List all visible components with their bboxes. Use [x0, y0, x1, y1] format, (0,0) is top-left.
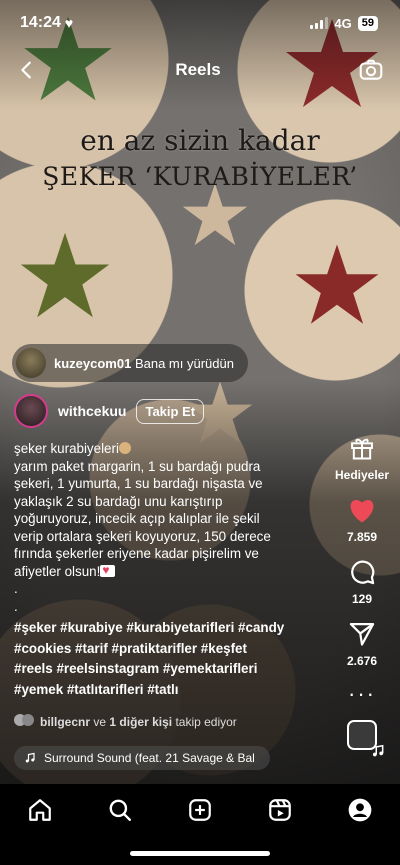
music-title: Surround Sound (feat. 21 Savage & Bal [44, 751, 255, 765]
hashtag-line[interactable]: #reels #reelsinstagram #yemektarifleri [14, 659, 326, 680]
create-icon [189, 799, 211, 821]
signal-icon [310, 17, 329, 29]
caption-line: . [14, 598, 18, 614]
clock: 14:24 [20, 14, 61, 31]
status-indicators: 4G 59 [310, 15, 378, 31]
caption-line: yaklaşık 2 su bardağı unu karıştırıp [14, 493, 223, 509]
network-label: 4G [334, 15, 352, 31]
follow-button[interactable]: Takip Et [136, 398, 205, 424]
hashtag-line[interactable]: #şeker #kurabiye #kurabiyetarifleri #can… [14, 618, 326, 639]
caption-line: yoğuruyoruz, incecik açıp kalıplar ile ş… [14, 511, 260, 526]
video-caption-line2: ŞEKER ‘KURABİYELER’ [42, 162, 358, 191]
reply-username: kuzeycom01 [54, 355, 132, 371]
share-button[interactable]: 2.676 [347, 620, 377, 668]
post-caption[interactable]: şeker kurabiyeleri yarım paket margarin,… [14, 440, 326, 700]
cookie-star-red-2 [295, 244, 379, 324]
comment-icon [351, 560, 375, 585]
hashtag-block[interactable]: #şeker #kurabiye #kurabiyetarifleri #can… [14, 618, 326, 700]
reply-avatar [16, 348, 46, 378]
comment-button[interactable]: 129 [348, 558, 376, 606]
music-pill[interactable]: Surround Sound (feat. 21 Savage & Bal [14, 746, 270, 770]
like-count: 7.859 [346, 530, 378, 544]
music-note-icon [372, 744, 384, 757]
heart-status-icon: ♥ [64, 15, 74, 31]
tab-profile[interactable] [340, 796, 380, 824]
caption-line: . [14, 581, 18, 596]
status-time: 14:24 ♥ [20, 14, 73, 32]
video-caption-line1: en az sizin kadar [80, 124, 320, 157]
gifts-label: Hediyeler [334, 468, 390, 482]
reels-header: Reels [0, 52, 400, 88]
music-note-icon [25, 752, 35, 763]
profile-icon [348, 798, 372, 822]
back-icon[interactable] [16, 59, 38, 81]
mutual-followers[interactable]: billgecnr ve 1 diğer kişi takip ediyor [14, 714, 237, 729]
like-button[interactable]: 7.859 [347, 496, 377, 544]
gifts-button[interactable]: Hediyeler [335, 434, 389, 482]
send-icon [349, 622, 375, 646]
author-username[interactable]: withcekuu [58, 403, 126, 419]
home-indicator [130, 851, 270, 856]
reply-text: Bana mı yürüdün [134, 355, 234, 371]
audio-thumbnail[interactable] [347, 720, 384, 757]
tab-home[interactable] [20, 796, 60, 824]
tab-search[interactable] [100, 796, 140, 824]
action-column: Hediyeler 7.859 129 2.676 ··· [324, 434, 400, 757]
tab-reels[interactable] [260, 796, 300, 824]
caption-line: verip ortalara şekeri koyuyoruz, 150 der… [14, 528, 271, 544]
caption-line: şekeri, 1 yumurta, 1 su bardağı nişasta … [14, 476, 263, 491]
status-bar: 14:24 ♥ 4G 59 [0, 0, 400, 46]
hashtag-line[interactable]: #cookies #tarif #pratiktarifler #keşfet [14, 639, 326, 660]
gift-icon [351, 438, 373, 460]
love-letter-emoji-icon [100, 562, 116, 579]
cookie-star-olive [20, 232, 110, 318]
caption-line: şeker kurabiyeleri [14, 440, 326, 458]
author-avatar[interactable] [14, 394, 48, 428]
cookie-emoji-icon [118, 442, 131, 454]
hashtag-line[interactable]: #yemek #tatlıtarifleri #tatlı [14, 680, 326, 701]
more-icon[interactable]: ··· [348, 683, 376, 705]
share-count: 2.676 [346, 654, 378, 668]
comment-count: 129 [351, 592, 373, 606]
caption-line: fırında şekerler eriyene kadar pişirelim… [14, 546, 259, 561]
mutual-user: billgecnr [40, 714, 91, 729]
author-row: withcekuu Takip Et [14, 394, 205, 428]
caption-line: yarım paket margarin, 1 su bardağı pudra [14, 458, 261, 474]
mutual-avatars [14, 714, 34, 729]
battery-icon: 59 [357, 15, 378, 31]
reply-bubble[interactable]: kuzeycom01 Bana mı yürüdün [12, 344, 248, 382]
heart-icon [350, 500, 374, 523]
reels-icon [269, 799, 291, 821]
tab-create[interactable] [180, 796, 220, 824]
search-icon [109, 799, 131, 821]
caption-line: afiyetler olsun! [14, 562, 326, 581]
camera-icon[interactable] [358, 57, 384, 83]
page-title: Reels [175, 60, 221, 79]
home-icon [29, 799, 51, 821]
